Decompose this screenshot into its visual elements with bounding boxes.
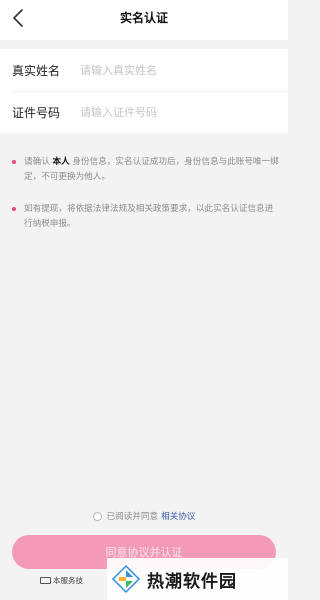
nav-bar: 实名认证 xyxy=(0,0,288,40)
notice-prefix: 请确认 xyxy=(24,157,53,167)
page-title: 实名认证 xyxy=(119,11,168,25)
id-number-input[interactable] xyxy=(80,100,275,124)
agreement-link[interactable]: 相关协议 xyxy=(161,510,195,522)
notice-identity-text: 请确认 本人 身份信息，实名认证成功后，身份信息与此账号唯一绑定，不可更换为他人… xyxy=(12,155,280,185)
identity-form: 真实姓名 证件号码 xyxy=(0,49,288,133)
agreement-row: 已阅读并同意 相关协议 xyxy=(0,509,288,523)
bullet-dot-icon xyxy=(12,207,16,211)
bullet-dot-icon xyxy=(12,160,16,164)
notice-emphasis: 本人 xyxy=(52,157,70,167)
real-name-input[interactable] xyxy=(80,58,275,82)
id-label: 证件号码 xyxy=(12,105,61,120)
agree-text: 已阅读并同意 xyxy=(106,512,159,522)
notice-tax: 如有提现，将依据法律法规及相关政策要求，以此实名认证信息进行纳税申报。 xyxy=(12,202,280,232)
service-footer: 本服务技 xyxy=(40,574,83,586)
name-row: 真实姓名 xyxy=(0,49,288,91)
notice-identity: 请确认 本人 身份信息，实名认证成功后，身份信息与此账号唯一绑定，不可更换为他人… xyxy=(12,155,280,185)
agree-radio[interactable] xyxy=(92,511,102,521)
watermark: 热潮软件园 xyxy=(107,558,288,600)
watermark-text: 热潮软件园 xyxy=(147,571,237,592)
name-label: 真实姓名 xyxy=(12,63,61,78)
id-row: 证件号码 xyxy=(0,91,288,133)
notice-tax-text: 如有提现，将依据法律法规及相关政策要求，以此实名认证信息进行纳税申报。 xyxy=(24,204,274,229)
footer-text: 本服务技 xyxy=(53,575,83,585)
watermark-logo-icon xyxy=(111,564,141,594)
card-icon xyxy=(40,576,51,584)
real-name-auth-page: 实名认证 真实姓名 证件号码 请确认 本人 身份信息，实名认证成功后，身份信息与… xyxy=(0,0,288,600)
